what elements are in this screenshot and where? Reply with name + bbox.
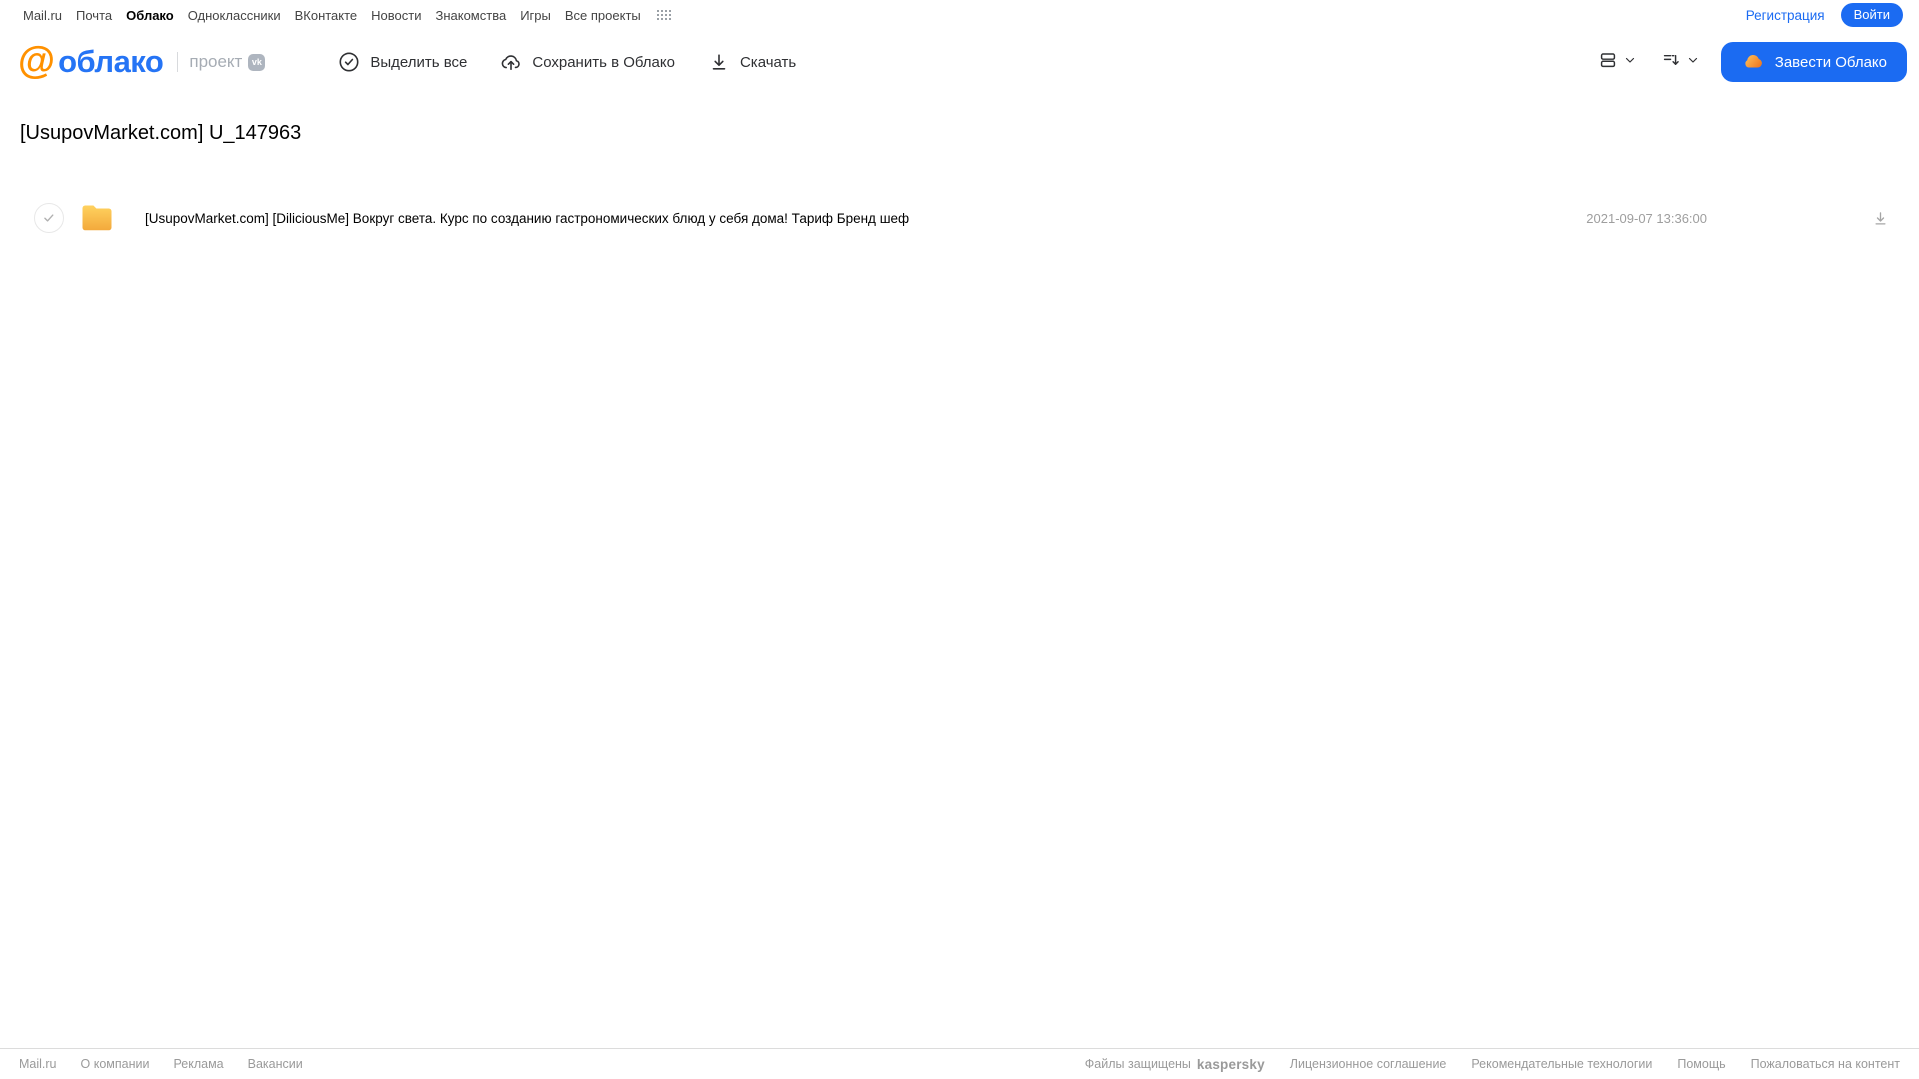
download-label: Скачать	[739, 53, 797, 71]
toolbar: Выделить все Сохранить в Облако Скачать	[337, 50, 796, 74]
nav-item-vkontakte[interactable]: ВКонтакте	[295, 8, 358, 23]
get-cloud-button[interactable]: Завести Облако	[1720, 42, 1907, 82]
footer-link-jobs[interactable]: Вакансии	[248, 1057, 303, 1071]
footer-link-report-content[interactable]: Пожаловаться на контент	[1751, 1057, 1900, 1071]
select-all-button[interactable]: Выделить все	[337, 50, 467, 74]
files-protected-label: Файлы защищены	[1084, 1057, 1191, 1071]
nav-item-odnoklassniki[interactable]: Одноклассники	[188, 8, 281, 23]
logo-text: облако	[58, 44, 164, 79]
footer-link-license[interactable]: Лицензионное соглашение	[1290, 1057, 1447, 1071]
login-button[interactable]: Войти	[1840, 3, 1903, 27]
footer-right-links: Файлы защищены kaspersky Лицензионное со…	[1085, 1057, 1900, 1072]
nav-item-igry[interactable]: Игры	[520, 8, 551, 23]
portal-nav-links: Mail.ru Почта Облако Одноклассники ВКонт…	[23, 8, 672, 23]
sort-dropdown[interactable]	[1660, 49, 1699, 76]
nav-item-novosti[interactable]: Новости	[371, 8, 421, 23]
view-mode-dropdown[interactable]	[1597, 49, 1636, 76]
file-date: 2021-09-07 13:36:00	[1586, 210, 1707, 226]
kaspersky-logo[interactable]: kaspersky	[1197, 1057, 1265, 1072]
nav-item-znakomstva[interactable]: Знакомства	[435, 8, 506, 23]
app-header: @ облако проект vk Выделить все Сохранит…	[0, 30, 1919, 94]
cloud-logo[interactable]: @ облако проект vk	[18, 39, 266, 82]
header-right-controls: Завести Облако	[1597, 42, 1907, 82]
kaspersky-protection: Файлы защищены kaspersky	[1085, 1057, 1265, 1072]
footer-link-recommendations[interactable]: Рекомендательные технологии	[1471, 1057, 1652, 1071]
save-to-cloud-label: Сохранить в Облако	[532, 53, 675, 71]
nav-item-all-projects[interactable]: Все проекты	[565, 8, 641, 23]
nav-item-pochta[interactable]: Почта	[76, 8, 112, 23]
page-title: [UsupovMarket.com] U_147963	[20, 122, 302, 144]
get-cloud-label: Завести Облако	[1774, 53, 1887, 71]
nav-item-mailru[interactable]: Mail.ru	[23, 8, 62, 23]
row-checkbox[interactable]	[34, 203, 64, 233]
save-to-cloud-button[interactable]: Сохранить в Облако	[499, 50, 675, 74]
registration-link[interactable]: Регистрация	[1746, 8, 1825, 23]
chevron-down-icon	[1687, 53, 1699, 71]
cloud-icon	[1741, 51, 1766, 74]
select-all-label: Выделить все	[370, 53, 468, 71]
folder-icon	[80, 202, 114, 238]
chevron-down-icon	[1624, 53, 1636, 71]
cloud-upload-icon	[499, 50, 523, 74]
download-button[interactable]: Скачать	[707, 50, 796, 74]
nav-item-oblako[interactable]: Облако	[126, 8, 174, 23]
download-icon	[707, 50, 731, 74]
footer-link-help[interactable]: Помощь	[1677, 1057, 1725, 1071]
apps-grid-icon[interactable]	[656, 9, 672, 21]
portal-nav: Mail.ru Почта Облако Одноклассники ВКонт…	[0, 0, 1919, 30]
sort-icon	[1660, 49, 1682, 76]
footer: Mail.ru О компании Реклама Вакансии Файл…	[0, 1048, 1919, 1079]
mailru-at-icon: @	[18, 39, 56, 82]
footer-left-links: Mail.ru О компании Реклама Вакансии	[19, 1057, 303, 1071]
footer-link-about[interactable]: О компании	[81, 1057, 150, 1071]
check-circle-icon	[337, 50, 361, 74]
row-download-icon[interactable]	[1871, 209, 1890, 233]
footer-link-mailru[interactable]: Mail.ru	[19, 1057, 57, 1071]
portal-nav-auth: Регистрация Войти	[1746, 3, 1903, 27]
logo-divider	[177, 52, 179, 72]
footer-link-ads[interactable]: Реклама	[173, 1057, 223, 1071]
file-row[interactable]: [UsupovMarket.com] [DiliciousMe] Вокруг …	[0, 196, 1919, 240]
vk-icon: vk	[248, 53, 266, 71]
view-mode-icon	[1597, 49, 1619, 76]
file-name[interactable]: [UsupovMarket.com] [DiliciousMe] Вокруг …	[145, 196, 909, 240]
logo-project-label: проект	[189, 52, 243, 71]
